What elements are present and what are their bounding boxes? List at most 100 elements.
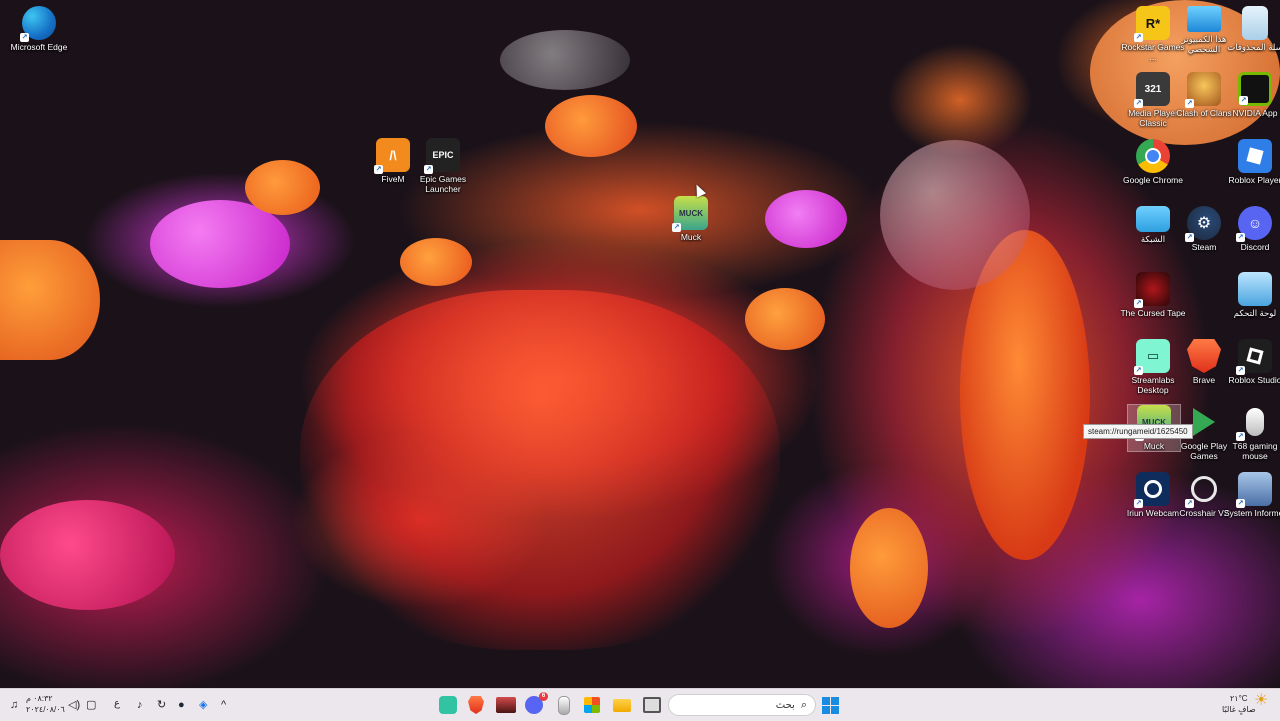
desktop-icon-control-panel[interactable]: لوحة التحكم (1222, 272, 1280, 318)
steam-tray-icon[interactable]: ● (178, 699, 185, 711)
edge-icon: ↗ (20, 6, 56, 42)
webcam-lens-icon (1144, 480, 1162, 498)
desktop-icon-label: Microsoft Edge (10, 42, 68, 52)
show-hidden-icons-chevron-icon[interactable]: ^ (221, 699, 226, 711)
desktop-icon-label: Discord (1240, 242, 1270, 252)
roblox-square-icon (1246, 147, 1264, 165)
desktop-icon-cursed-tape[interactable]: ↗ The Cursed Tape (1120, 272, 1186, 318)
wallpaper-blob (245, 160, 320, 215)
wallpaper-blob (765, 190, 847, 248)
muck-glyph: MUCK (679, 208, 703, 218)
network-icon (1136, 206, 1170, 232)
taskbar-task-view[interactable] (640, 693, 664, 717)
desktop-icon-label: Google Chrome (1122, 175, 1183, 185)
folder-icon (613, 698, 631, 712)
desktop-icon-epic-games[interactable]: EPIC ↗ Epic Games Launcher (410, 138, 476, 194)
mouse-body-icon (1246, 408, 1264, 436)
desktop-icon-edge[interactable]: ↗ Microsoft Edge (6, 6, 72, 52)
wallpaper-blob (850, 508, 928, 628)
volume-icon[interactable]: ◁) (68, 699, 80, 711)
epic-games-glyph: EPIC (432, 150, 454, 160)
roblox-studio-square-icon (1246, 347, 1264, 365)
desktop-icon-muck-dragging[interactable]: MUCK ↗ Muck (658, 196, 724, 242)
crosshair-icon: ↗ (1185, 472, 1221, 508)
webcam-icon: ↗ (1134, 472, 1170, 508)
desktop-icon-label: Muck (680, 232, 702, 242)
weather-icon[interactable]: ☀ (1254, 693, 1268, 709)
wallpaper-blob (880, 140, 1030, 290)
taskbar-muck[interactable] (494, 693, 518, 717)
weather-temperature[interactable]: ٢١°C (1230, 694, 1248, 704)
desktop-icon-roblox-studio[interactable]: ↗ Roblox Studio (1222, 339, 1280, 385)
desktop-icon-roblox-player[interactable]: Roblox Player (1222, 139, 1280, 185)
desktop-icon-label: Roblox Studio (1228, 375, 1280, 385)
control-panel-icon (1238, 272, 1272, 306)
clock-date[interactable]: ٢٠٢٤/٠٨/٠٦ (26, 705, 65, 715)
discord-icon: ☺ ↗ (1236, 206, 1272, 242)
weather-description[interactable]: صافٍ غالبًا (1222, 705, 1256, 715)
start-button[interactable] (818, 693, 842, 717)
media-player-glyph: 321 (1144, 83, 1162, 95)
microphone-icon[interactable]: ♪ (137, 699, 143, 711)
desktop-icon-chrome[interactable]: Google Chrome (1120, 139, 1186, 185)
wallpaper-blob (545, 95, 637, 157)
taskbar-file-explorer[interactable] (610, 693, 634, 717)
taskbar-brave[interactable] (464, 693, 488, 717)
search-icon: ⌕ (800, 698, 807, 711)
mouse-app-icon (558, 695, 570, 715)
wallpaper-blob (300, 290, 780, 650)
wallpaper-blob (0, 240, 100, 360)
wallpaper-blob (745, 288, 825, 350)
recycle-bin-icon (1242, 6, 1268, 40)
notification-bell-icon[interactable]: ♫ (10, 699, 18, 711)
rockstar-glyph: R* (1145, 15, 1161, 31)
brave-icon (468, 696, 484, 714)
sync-icon[interactable]: ↻ (157, 699, 166, 711)
cursed-tape-icon: ↗ (1134, 272, 1170, 308)
brave-icon (1187, 339, 1221, 373)
desktop-icon-label: سلة المحذوفات (1227, 42, 1280, 52)
desktop-icon-discord[interactable]: ☺ ↗ Discord (1222, 206, 1280, 252)
input-language-indicator[interactable]: ع (114, 699, 120, 709)
desktop-icon-label: Epic Games Launcher (419, 174, 467, 194)
wallpaper-blob (400, 238, 472, 286)
icon-tooltip: steam://rungameid/1625450 (1083, 424, 1193, 439)
monitor-icon (1187, 6, 1221, 32)
store-icon (584, 697, 600, 713)
desktop-icon-recycle-bin[interactable]: سلة المحذوفات (1222, 6, 1280, 52)
desktop-icon-label: System Informer (1223, 508, 1280, 518)
shield-icon[interactable]: ◈ (199, 699, 207, 711)
desktop-icon-label: NVIDIA App (1232, 108, 1278, 118)
muck-icon: MUCK↗ (672, 196, 708, 232)
desktop-icon-label: The Cursed Tape (1120, 308, 1186, 318)
roblox-studio-icon: ↗ (1236, 339, 1272, 375)
taskbar-discord[interactable]: 6 (522, 692, 548, 717)
discord-icon: 6 (525, 692, 548, 714)
taskbar-store[interactable] (580, 693, 604, 717)
desktop-icon-t68-mouse[interactable]: ↗ T68 gaming mouse (1222, 405, 1280, 461)
system-informer-icon: ↗ (1236, 472, 1272, 508)
desktop-icon-nvidia[interactable]: ↗ NVIDIA App (1222, 72, 1280, 118)
task-view-icon (643, 697, 661, 713)
wallpaper-blob (500, 30, 630, 90)
nvidia-icon: ↗ (1238, 72, 1272, 106)
play-triangle-icon (1193, 408, 1215, 436)
desktop-icon-label: لوحة التحكم (1233, 308, 1277, 318)
taskbar-mouse-app[interactable] (552, 693, 576, 717)
clock-time[interactable]: ٠٨:٣٢ م (26, 694, 53, 704)
mouse-icon: ↗ (1236, 405, 1272, 441)
crosshair-ring-icon (1191, 476, 1217, 502)
rockstar-icon: R* ↗ (1134, 6, 1170, 42)
taskbar-streamlabs[interactable] (436, 693, 460, 717)
clash-of-clans-icon: ↗ (1185, 72, 1221, 108)
epic-games-icon: EPIC ↗ (424, 138, 460, 174)
desktop-icon-label: Roblox Player (1228, 175, 1280, 185)
windows-logo-icon (821, 696, 839, 714)
muck-task-icon (496, 697, 516, 713)
desktop-icon-system-informer[interactable]: ↗ System Informer (1222, 472, 1280, 518)
network-tray-icon[interactable]: ▢ (86, 699, 96, 711)
chrome-center-icon (1145, 148, 1161, 164)
streamlabs-icon: ▭ ↗ (1134, 339, 1170, 375)
taskbar-search-box[interactable]: بحث ⌕ (668, 694, 816, 716)
chrome-icon (1136, 139, 1170, 173)
